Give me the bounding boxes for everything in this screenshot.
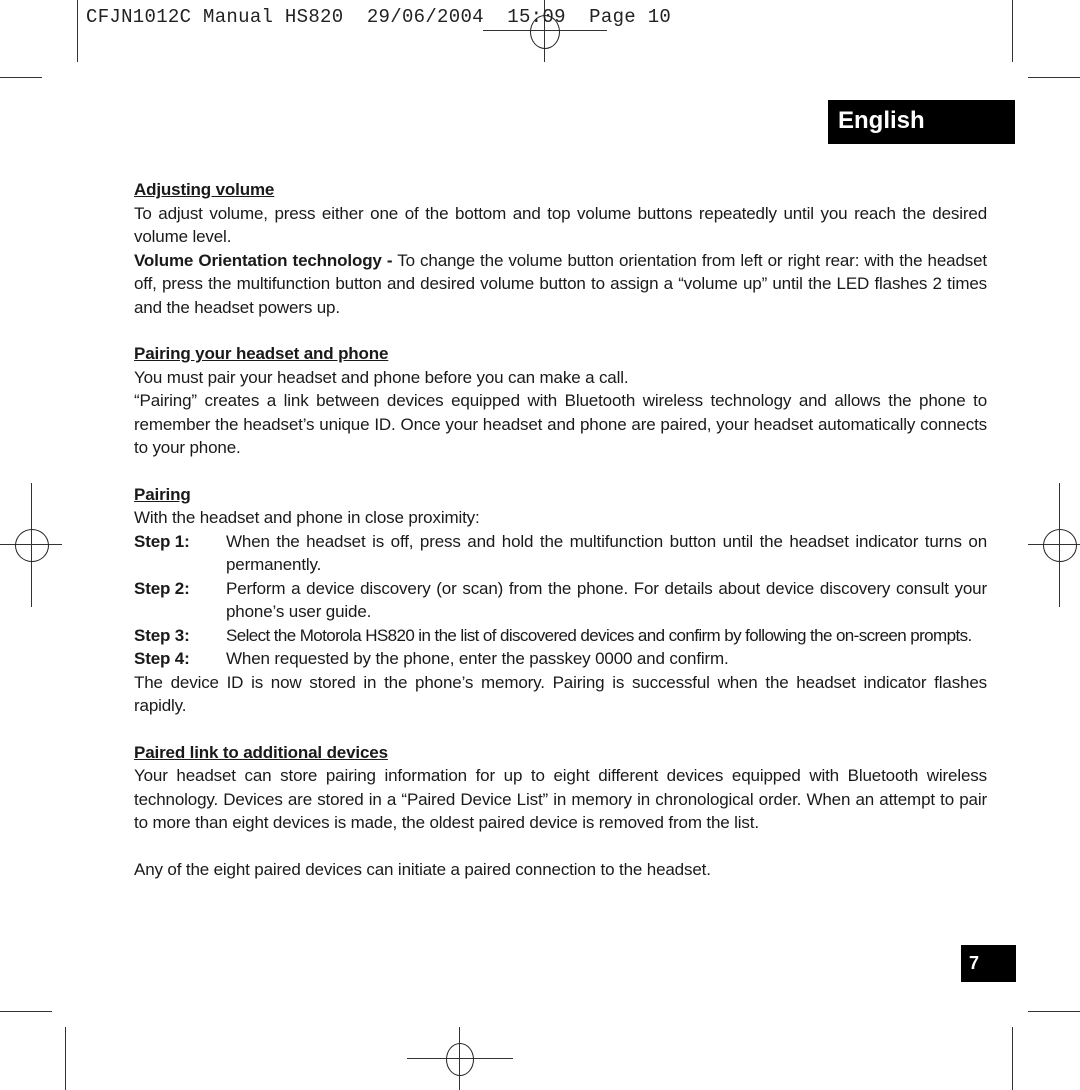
crop-mark — [0, 1011, 52, 1012]
paragraph: Volume Orientation technology - To chang… — [134, 250, 987, 317]
bold-lead: Volume Orientation technology - — [134, 250, 393, 270]
step-item: Step 1: When the headset is off, press a… — [134, 530, 987, 577]
crop-mark — [1028, 77, 1080, 78]
section-heading: Paired link to additional devices — [134, 742, 388, 762]
crop-mark — [1028, 1011, 1080, 1012]
crop-mark — [77, 0, 78, 62]
crop-mark — [0, 77, 42, 78]
step-text: When requested by the phone, enter the p… — [226, 649, 729, 668]
paragraph: With the headset and phone in close prox… — [134, 508, 480, 527]
section-heading: Pairing — [134, 484, 191, 504]
paragraph: Your headset can store pairing informati… — [134, 766, 987, 832]
step-item: Step 4: When requested by the phone, ent… — [134, 647, 987, 671]
section-heading: Pairing your headset and phone — [134, 344, 389, 363]
step-label: Step 2: — [134, 578, 190, 598]
paragraph: The device ID is now stored in the phone… — [134, 672, 987, 716]
paragraph: Any of the eight paired devices can init… — [134, 859, 711, 879]
paragraph: To adjust volume, press either one of th… — [134, 203, 987, 247]
step-text: When the headset is off, press and hold … — [226, 531, 987, 575]
crop-mark — [1012, 0, 1013, 62]
print-slug: CFJN1012C Manual HS820 29/06/2004 15:09 … — [86, 6, 672, 28]
step-label: Step 3: — [134, 625, 190, 645]
manual-content: Adjusting volume To adjust volume, press… — [134, 178, 987, 881]
paragraph: “Pairing” creates a link between devices… — [134, 391, 987, 457]
step-text: Perform a device discovery (or scan) fro… — [226, 578, 987, 622]
language-tab: English — [828, 100, 1015, 144]
step-label: Step 1: — [134, 531, 190, 551]
step-item: Step 2: Perform a device discovery (or s… — [134, 577, 987, 624]
step-item: Step 3: Select the Motorola HS820 in the… — [134, 624, 987, 648]
page-number: 7 — [961, 945, 1016, 982]
crop-mark — [1012, 1027, 1013, 1090]
step-text: Select the Motorola HS820 in the list of… — [226, 625, 972, 645]
step-label: Step 4: — [134, 649, 190, 668]
section-heading: Adjusting volume — [134, 180, 275, 199]
paragraph: You must pair your headset and phone bef… — [134, 367, 629, 387]
crop-mark — [65, 1027, 66, 1090]
